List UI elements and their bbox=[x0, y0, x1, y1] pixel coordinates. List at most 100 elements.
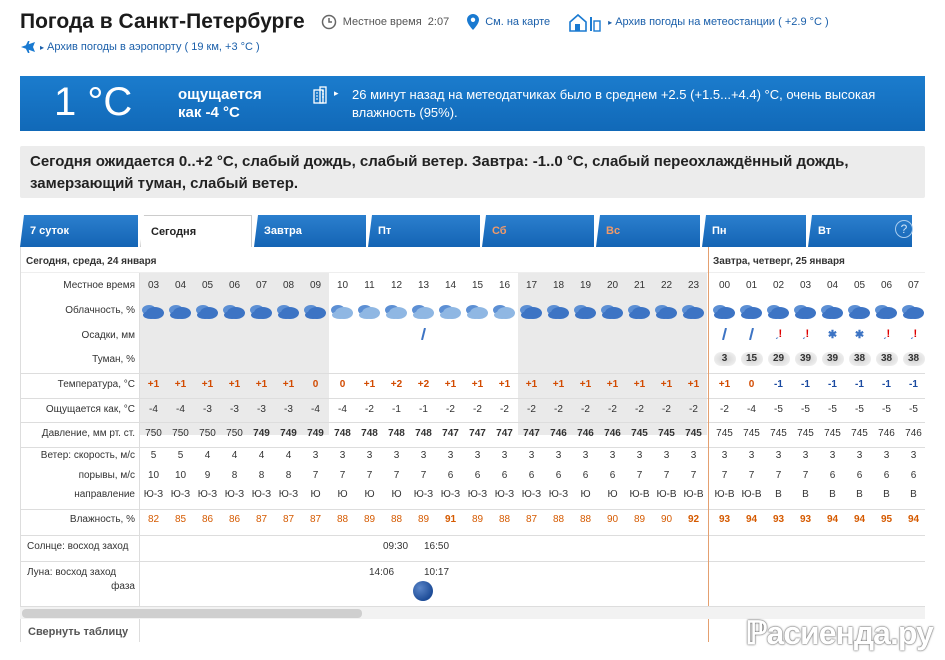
tab-6[interactable]: Пн bbox=[702, 215, 806, 247]
archive-station[interactable]: ▸ Архив погоды на метеостанции ( +2.9 °C… bbox=[568, 12, 829, 32]
feels-like: ощущается как -4 °C bbox=[178, 86, 262, 122]
temp-cell: 0 bbox=[312, 379, 319, 390]
pressure-cell: 746 bbox=[878, 428, 895, 439]
pressure-cell: 746 bbox=[905, 428, 922, 439]
hour-cell: 22 bbox=[660, 280, 673, 291]
hour-cell: 11 bbox=[364, 280, 375, 291]
humidity-cell: 88 bbox=[498, 514, 511, 525]
temp-cell: +1 bbox=[660, 379, 673, 390]
airport-archive[interactable]: ▸ Архив погоды в аэропорту ( 19 км, +3 °… bbox=[20, 40, 260, 54]
date-today: Сегодня, среда, 24 января bbox=[26, 256, 157, 267]
scrollbar-thumb[interactable] bbox=[22, 609, 362, 618]
humidity-cell: 89 bbox=[471, 514, 484, 525]
humidity-cell: 86 bbox=[201, 514, 214, 525]
gusts-cell: 6 bbox=[856, 470, 863, 481]
column-divider bbox=[708, 247, 709, 642]
row-divider bbox=[21, 561, 925, 562]
tab-2[interactable]: Завтра bbox=[254, 215, 366, 247]
precip-icon: ✱ bbox=[854, 329, 865, 341]
map-link[interactable]: См. на карте bbox=[485, 16, 550, 28]
gusts-cell: 7 bbox=[721, 470, 728, 481]
row-label-wind_speed: Ветер: скорость, м/с bbox=[40, 450, 135, 461]
gusts-cell: 6 bbox=[447, 470, 454, 481]
map-link-wrap[interactable]: См. на карте bbox=[467, 14, 550, 30]
humidity-cell: 92 bbox=[687, 514, 700, 525]
feels-cell: -2 bbox=[635, 404, 644, 415]
hour-cell: 06 bbox=[880, 280, 893, 291]
wind-cell: 3 bbox=[555, 450, 562, 461]
direction-cell: Ю-З bbox=[521, 489, 542, 500]
fog-cell: 38 bbox=[900, 352, 925, 366]
tab-0[interactable]: 7 суток bbox=[20, 215, 138, 247]
temp-cell: -1 bbox=[909, 379, 918, 390]
direction-cell: Ю-В bbox=[683, 489, 704, 500]
wind-cell: 3 bbox=[829, 450, 836, 461]
row-label-pressure: Давление, мм рт. ст. bbox=[41, 428, 135, 439]
tab-4[interactable]: Сб bbox=[482, 215, 594, 247]
pressure-cell: 747 bbox=[496, 428, 513, 439]
pressure-cell: 749 bbox=[253, 428, 270, 439]
building-icon bbox=[313, 86, 327, 104]
hour-cell: 04 bbox=[174, 280, 187, 291]
feels-like-line1: ощущается bbox=[178, 86, 262, 103]
hour-cell: 07 bbox=[255, 280, 268, 291]
humidity-cell: 90 bbox=[660, 514, 673, 525]
direction-cell: Ю bbox=[607, 489, 618, 500]
cloud-icon bbox=[875, 305, 897, 319]
wind-cell: 3 bbox=[690, 450, 697, 461]
fog-cell: 3 bbox=[711, 352, 738, 366]
wind-cell: 3 bbox=[582, 450, 589, 461]
tab-5[interactable]: Вс bbox=[596, 215, 700, 247]
cloud-icon bbox=[682, 305, 704, 319]
feels-cell: -2 bbox=[473, 404, 482, 415]
direction-cell: В bbox=[802, 489, 809, 500]
pressure-cell: 745 bbox=[824, 428, 841, 439]
current-temp: 1 °C bbox=[54, 80, 133, 124]
wind-cell: 4 bbox=[204, 450, 211, 461]
cloud-icon bbox=[331, 305, 353, 319]
collapse-table-link[interactable]: Свернуть таблицу bbox=[28, 626, 128, 638]
wind-cell: 3 bbox=[447, 450, 454, 461]
hour-cell: 14 bbox=[444, 280, 457, 291]
wind-cell: 3 bbox=[312, 450, 319, 461]
pressure-cell: 750 bbox=[145, 428, 162, 439]
cloud-icon bbox=[439, 305, 461, 319]
feels-cell: -3 bbox=[284, 404, 293, 415]
direction-cell: Ю-В bbox=[629, 489, 650, 500]
sun-set-time: 16:50 bbox=[424, 541, 450, 552]
archive-station-link[interactable]: Архив погоды на метеостанции ( +2.9 °C ) bbox=[615, 16, 829, 28]
gusts-cell: 9 bbox=[204, 470, 211, 481]
pressure-cell: 747 bbox=[523, 428, 540, 439]
direction-cell: В bbox=[883, 489, 890, 500]
tab-3[interactable]: Пт bbox=[368, 215, 480, 247]
humidity-cell: 88 bbox=[552, 514, 565, 525]
forecast-summary: Сегодня ожидается 0..+2 °C, слабый дождь… bbox=[20, 146, 925, 198]
cloud-icon bbox=[821, 305, 843, 319]
temp-cell: +1 bbox=[579, 379, 592, 390]
feels-like-line2: как -4 °C bbox=[178, 104, 240, 121]
date-tomorrow: Завтра, четверг, 25 января bbox=[713, 256, 845, 267]
chevron-right-icon: ▸ bbox=[40, 42, 45, 52]
direction-cell: Ю-В bbox=[656, 489, 677, 500]
humidity-cell: 89 bbox=[633, 514, 646, 525]
gusts-cell: 7 bbox=[312, 470, 319, 481]
pressure-cell: 746 bbox=[604, 428, 621, 439]
precip-icon: ˏ! bbox=[774, 328, 783, 340]
airport-archive-link[interactable]: Архив погоды в аэропорту ( 19 км, +3 °C … bbox=[47, 41, 260, 53]
tab-1[interactable]: Сегодня bbox=[140, 215, 252, 247]
gusts-cell: 6 bbox=[883, 470, 890, 481]
cloud-icon bbox=[794, 305, 816, 319]
temp-cell: -1 bbox=[801, 379, 810, 390]
wind-cell: 3 bbox=[474, 450, 481, 461]
cloud-icon bbox=[601, 305, 623, 319]
cloud-icon bbox=[169, 305, 191, 319]
help-icon[interactable]: ? bbox=[895, 220, 913, 238]
cloud-icon bbox=[142, 305, 164, 319]
hour-cell: 18 bbox=[552, 280, 565, 291]
gusts-cell: 8 bbox=[231, 470, 238, 481]
precip-icon: ✱ bbox=[827, 329, 838, 341]
pressure-cell: 745 bbox=[685, 428, 702, 439]
wind-cell: 3 bbox=[748, 450, 755, 461]
hour-cell: 07 bbox=[907, 280, 920, 291]
gusts-cell: 6 bbox=[910, 470, 917, 481]
